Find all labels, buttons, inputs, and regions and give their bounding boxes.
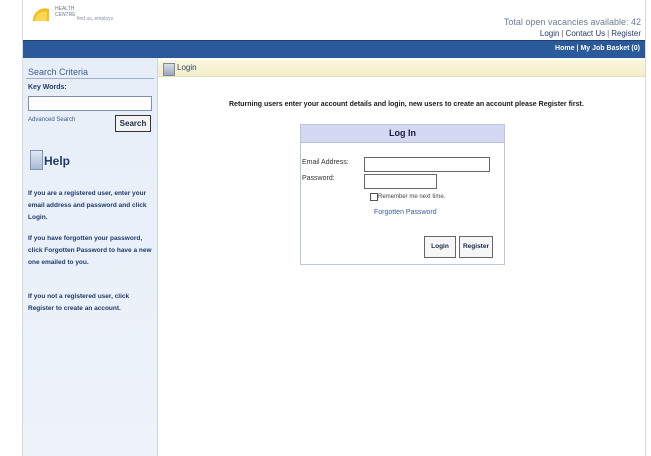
top-links: Login | Contact Us | Register [540,29,641,38]
nav-bar: Home | My Job Basket (0) [23,40,645,58]
contact-us-link[interactable]: Contact Us [566,29,606,38]
register-button[interactable]: Register [459,236,493,258]
remember-me-label: Remember me next time. [378,194,446,200]
keywords-input[interactable] [28,96,152,111]
help-book-icon [30,150,43,170]
nav-home-link[interactable]: Home [555,45,574,52]
page-container: HEALTH CENTRE find us, employs Total ope… [22,0,646,456]
keywords-label: Key Words: [28,84,67,91]
help-paragraph-login: If you are a registered user, enter your… [28,190,147,221]
login-panel: Log In Email Address: Password: Remember… [300,124,505,265]
nav-links: Home | My Job Basket (0) [555,45,640,52]
vacancies-count: Total open vacancies available: 42 [503,17,641,27]
register-link[interactable]: Register [611,29,641,38]
forgotten-password-link[interactable]: Forgotten Password [374,209,437,216]
remember-me-checkbox[interactable] [370,193,378,201]
login-link[interactable]: Login [540,29,560,38]
advanced-search-link[interactable]: Advanced Search [28,117,75,123]
search-button[interactable]: Search [115,115,151,132]
password-field[interactable] [364,174,437,189]
login-section-bar: Login [158,60,645,77]
help-paragraph-register: If you not a registered user, click Regi… [28,293,130,312]
logo-text: HEALTH CENTRE [55,6,76,18]
logo-tagline: find us, employs [77,16,114,22]
sun-logo-icon[interactable] [31,5,51,21]
login-instructions: Returning users enter your account detai… [229,101,584,108]
help-title: Help [44,154,71,168]
nav-job-basket-link[interactable]: My Job Basket (0) [580,45,640,52]
help-paragraph-forgot: If you have forgotten your password, cli… [28,235,152,266]
email-label: Email Address: [302,159,349,166]
search-criteria-title: Search Criteria [28,67,89,77]
section-title: Login [177,63,197,72]
browser-frame: HEALTH CENTRE find us, employs Total ope… [0,0,651,456]
login-panel-title: Log In [301,125,504,143]
login-button[interactable]: Login [424,236,456,258]
password-label: Password: [302,175,335,182]
site-header: HEALTH CENTRE find us, employs Total ope… [23,0,645,40]
sidebar-divider [26,78,154,79]
login-page-icon [163,63,175,76]
email-field[interactable] [364,157,490,172]
sidebar: Search Criteria Key Words: Advanced Sear… [23,58,158,456]
